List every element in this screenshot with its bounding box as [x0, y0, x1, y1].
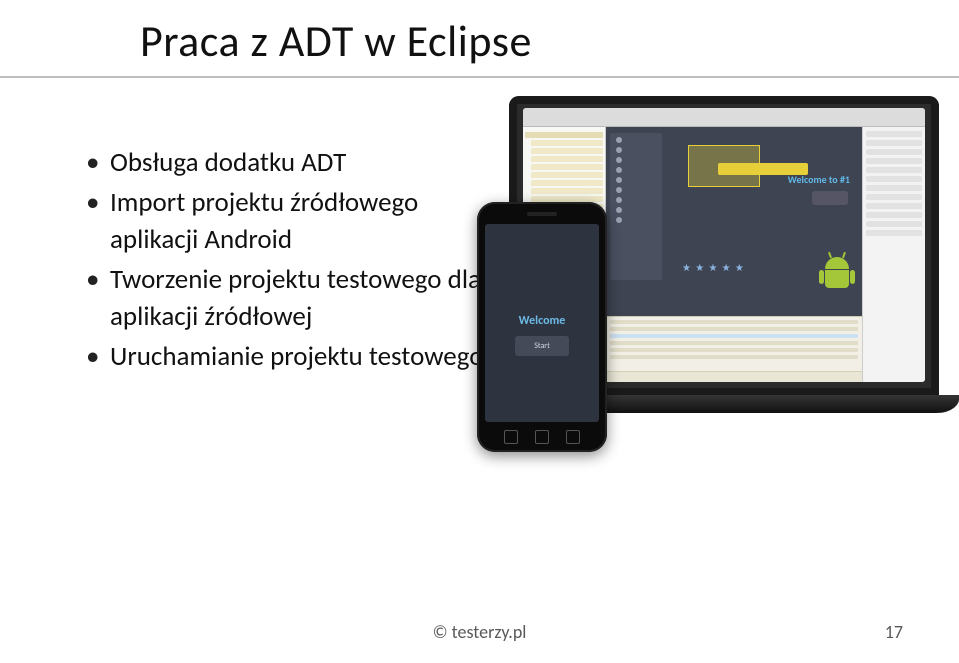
title-underline [0, 76, 959, 78]
phone-nav-buttons [477, 430, 607, 444]
page-number: 17 [885, 621, 903, 643]
canvas-start-button [812, 191, 848, 205]
footer-copyright: © testerzy.pl [0, 621, 959, 643]
ide-toolbar [523, 108, 925, 127]
editor-area: Welcome to #1 ★ ★ ★ ★ ★ [606, 127, 862, 382]
phone-screen: Welcome Start [485, 224, 599, 422]
rating-stars: ★ ★ ★ ★ ★ [682, 261, 745, 274]
slide-title: Praca z ADT w Eclipse [140, 14, 532, 68]
nav-recent-icon [566, 430, 580, 444]
bullet-item: Import projektu źródłowego aplikacji And… [86, 185, 496, 258]
nav-home-icon [535, 430, 549, 444]
bullet-item: Uruchamianie projektu testowego [86, 339, 496, 375]
bullet-list: Obsługa dodatku ADT Import projektu źród… [46, 145, 496, 380]
slide: Praca z ADT w Eclipse Obsługa dodatku AD… [0, 0, 959, 663]
illustration: Welcome to #1 ★ ★ ★ ★ ★ [469, 96, 939, 454]
phone-start-button: Start [515, 336, 569, 356]
problems-panel [606, 316, 862, 371]
canvas-welcome-label: Welcome to #1 [788, 173, 850, 186]
phone-earpiece [527, 212, 557, 216]
nav-back-icon [504, 430, 518, 444]
layout-canvas: Welcome to #1 ★ ★ ★ ★ ★ [606, 127, 862, 316]
android-robot-icon [820, 257, 854, 297]
bullet-item: Tworzenie projektu testowego dla aplikac… [86, 262, 496, 335]
palette-panel [610, 133, 662, 280]
bottom-tabs [606, 371, 862, 382]
phone-welcome-label: Welcome [519, 314, 566, 328]
outline-panel [862, 127, 925, 382]
bullet-item: Obsługa dodatku ADT [86, 145, 496, 181]
phone-mock: Welcome Start [477, 202, 607, 452]
